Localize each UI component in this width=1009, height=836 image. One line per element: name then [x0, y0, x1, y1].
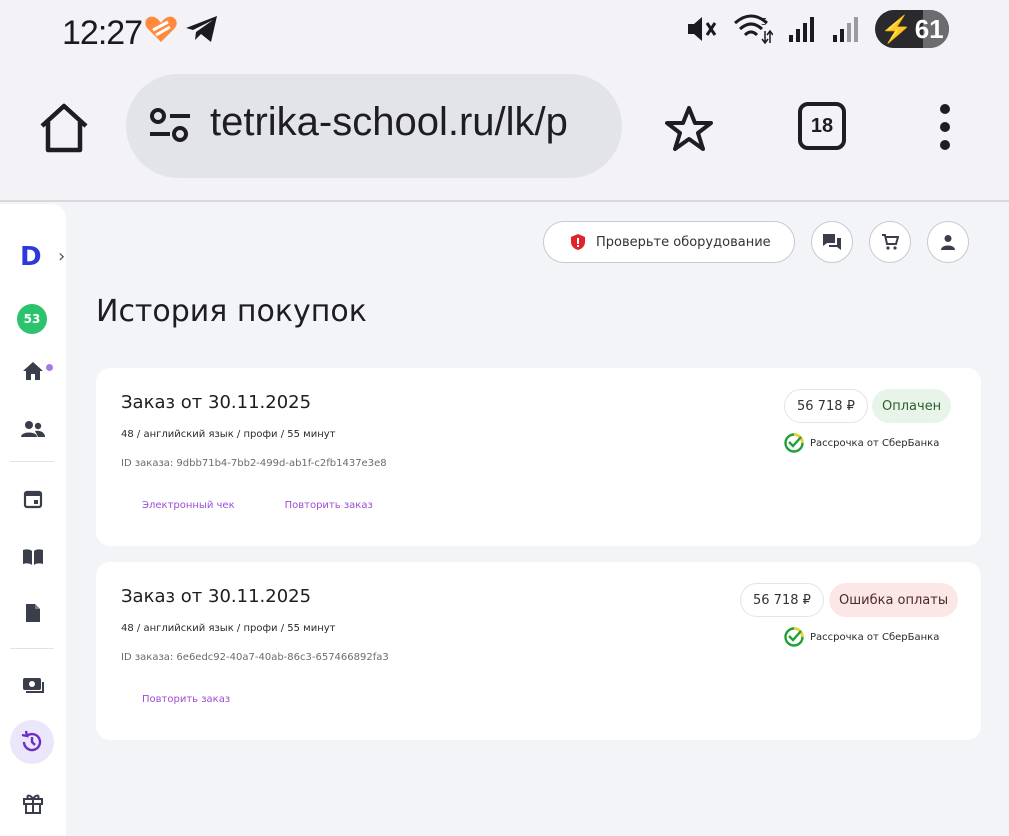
signal-icon — [833, 17, 858, 42]
home-icon — [40, 103, 88, 153]
address-bar[interactable]: tetrika-school.ru/lk/p — [126, 74, 622, 178]
chat-button[interactable] — [811, 221, 853, 263]
sberbank-logo-icon — [784, 627, 804, 647]
profile-button[interactable] — [927, 221, 969, 263]
history-icon — [21, 730, 42, 752]
heart-orange-icon — [145, 16, 177, 42]
home-icon — [23, 362, 43, 380]
order-price: 56 718 ₽ — [740, 583, 824, 617]
order-title: Заказ от 30.11.2025 — [121, 586, 312, 607]
main-content: Проверьте оборудование История покупок З… — [66, 204, 1009, 836]
sidebar-item-teachers[interactable] — [0, 414, 66, 444]
order-card: Заказ от 30.11.2025 48 / английский язык… — [96, 562, 981, 740]
order-description: 48 / английский язык / профи / 55 минут — [121, 429, 336, 440]
new-indicator-dot — [46, 364, 53, 371]
bookmark-star-icon[interactable] — [664, 104, 714, 154]
sidebar-item-gifts[interactable] — [0, 788, 66, 818]
wallet-icon — [23, 678, 44, 693]
installment-label: Рассрочка от СберБанка — [810, 437, 940, 449]
order-description: 48 / английский язык / профи / 55 минут — [121, 623, 336, 634]
signal-icon — [789, 17, 814, 42]
sidebar-item-documents[interactable] — [0, 598, 66, 628]
sidebar-item-schedule[interactable] — [0, 484, 66, 514]
battery-indicator: ⚡ 61 — [875, 10, 949, 48]
order-actions: Электронный чек Повторить заказ — [142, 500, 373, 511]
calendar-icon — [23, 490, 43, 509]
status-badge: Оплачен — [872, 389, 952, 423]
sberbank-logo-icon — [784, 433, 804, 453]
user-icon — [941, 235, 955, 250]
tabs-button[interactable]: 18 — [798, 102, 846, 150]
repeat-order-link[interactable]: Повторить заказ — [142, 694, 230, 705]
people-icon — [21, 421, 45, 437]
installment-info: Рассрочка от СберБанка — [784, 433, 939, 453]
cart-icon — [882, 234, 899, 250]
page-title: История покупок — [96, 294, 367, 329]
status-time: 12:27 — [62, 14, 143, 52]
sidebar-divider — [10, 461, 54, 462]
book-icon — [23, 549, 43, 565]
wifi-icon: 5 — [734, 14, 773, 45]
sidebar-item-purchase-history[interactable] — [10, 720, 54, 764]
telegram-icon — [186, 16, 217, 42]
site-settings-icon[interactable] — [148, 108, 192, 144]
order-price: 56 718 ₽ — [784, 389, 868, 423]
receipt-link[interactable]: Электронный чек — [142, 500, 235, 511]
chevron-right-icon[interactable]: › — [58, 246, 65, 267]
home-button[interactable] — [36, 100, 92, 156]
status-badge: Ошибка оплаты — [829, 583, 959, 617]
sidebar-item-payments[interactable] — [0, 670, 66, 700]
status-right-icons: 5 ⚡ 61 — [685, 10, 949, 48]
installment-info: Рассрочка от СберБанка — [784, 627, 939, 647]
browser-toolbar: tetrika-school.ru/lk/p 18 — [0, 68, 1009, 202]
order-card: Заказ от 30.11.2025 48 / английский язык… — [96, 368, 981, 546]
installment-label: Рассрочка от СберБанка — [810, 631, 940, 643]
logo[interactable]: D — [20, 242, 42, 272]
sidebar-item-home[interactable] — [0, 356, 66, 386]
sidebar-divider — [10, 648, 54, 649]
order-title: Заказ от 30.11.2025 — [121, 392, 312, 413]
notifications-badge[interactable]: 53 — [17, 304, 47, 334]
url-text[interactable]: tetrika-school.ru/lk/p — [210, 100, 568, 145]
sidebar-item-library[interactable] — [0, 542, 66, 572]
shield-alert-icon — [571, 234, 585, 250]
svg-text:5: 5 — [761, 17, 767, 28]
battery-level: 61 — [914, 13, 944, 44]
sidebar: D › 53 — [0, 204, 66, 836]
bolt-icon: ⚡ — [880, 13, 913, 44]
repeat-order-link[interactable]: Повторить заказ — [285, 500, 373, 511]
order-actions: Повторить заказ — [142, 694, 230, 705]
check-equipment-label: Проверьте оборудование — [596, 234, 771, 250]
order-id: ID заказа: 9dbb71b4-7bb2-499d-ab1f-c2fb1… — [121, 458, 387, 469]
order-id: ID заказа: 6e6edc92-40a7-40ab-86c3-65746… — [121, 652, 389, 663]
chat-icon — [823, 234, 841, 250]
cart-button[interactable] — [869, 221, 911, 263]
overflow-menu-button[interactable] — [940, 104, 950, 150]
mute-icon — [688, 17, 717, 41]
status-bar: 12:27 5 ⚡ 61 — [0, 0, 1009, 68]
document-icon — [26, 604, 40, 622]
gift-icon — [23, 794, 43, 814]
check-equipment-button[interactable]: Проверьте оборудование — [543, 221, 795, 263]
status-left-icons — [144, 14, 220, 44]
